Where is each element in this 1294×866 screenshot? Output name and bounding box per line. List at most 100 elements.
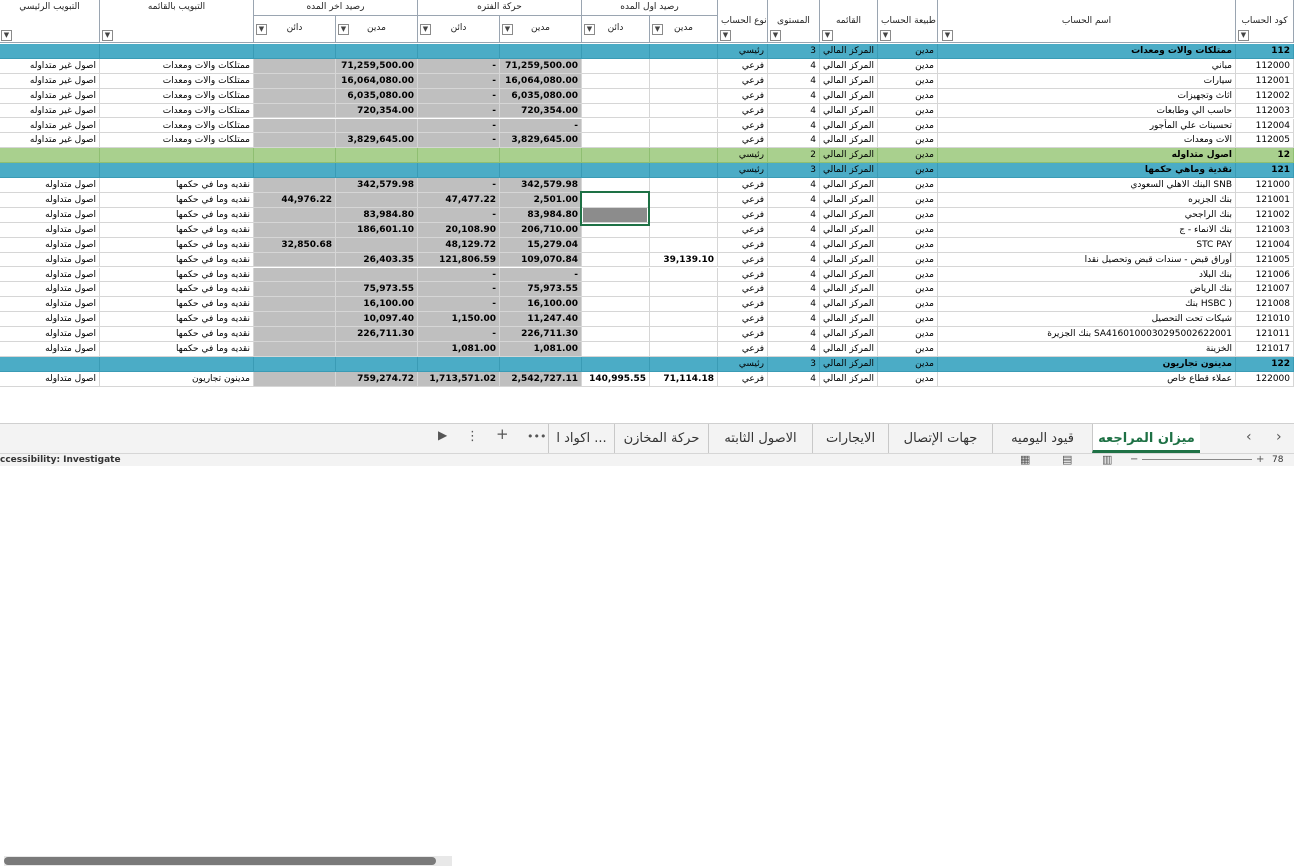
scroll-right-icon[interactable]: ▶ (438, 429, 447, 441)
cell-type[interactable]: فرعي (718, 193, 768, 208)
cell-cb-d[interactable]: 16,064,080.00 (336, 73, 418, 89)
cell-code[interactable]: 121 (1236, 163, 1294, 179)
cell-list[interactable]: نقديه وما في حكمها (100, 207, 254, 223)
cell-cb-d[interactable] (336, 267, 418, 283)
cell-level[interactable]: 4 (768, 58, 820, 74)
cell-code[interactable]: 121005 (1236, 252, 1294, 268)
cell-cb-c[interactable]: 44,976.22 (254, 193, 336, 208)
cell-cb-d[interactable] (336, 193, 418, 208)
page-break-view-icon[interactable]: ▥ (1102, 454, 1112, 465)
page-layout-icon[interactable]: ▤ (1062, 454, 1072, 465)
cell-cb-c[interactable] (254, 178, 336, 193)
cell-nature[interactable]: مدين (878, 193, 938, 208)
cell-ob-d[interactable] (650, 342, 718, 357)
cell-pm-d[interactable]: 16,100.00 (500, 297, 582, 313)
cell-list[interactable]: نقديه وما في حكمها (100, 222, 254, 238)
scrollbar-thumb[interactable] (4, 857, 436, 865)
cell-type[interactable]: فرعي (718, 312, 768, 328)
cell-cb-c[interactable] (254, 118, 336, 134)
cell-ob-d[interactable] (650, 73, 718, 89)
cell-level[interactable]: 4 (768, 73, 820, 89)
cell-ob-c[interactable] (582, 58, 650, 74)
cell-nature[interactable]: مدين (878, 118, 938, 134)
cell-nature[interactable]: مدين (878, 267, 938, 283)
tab-journal-entries[interactable]: قيود اليوميه (992, 424, 1092, 453)
cell-level[interactable]: 2 (768, 148, 820, 164)
cell-level[interactable]: 4 (768, 342, 820, 357)
cell-list[interactable]: نقديه وما في حكمها (100, 178, 254, 193)
cell-ob-d[interactable] (650, 88, 718, 104)
cell-code[interactable]: 122 (1236, 356, 1294, 372)
cell-stmt[interactable]: المركز المالي (820, 148, 878, 164)
cell-ob-c[interactable]: 140,995.55 (582, 371, 650, 387)
cell-main[interactable]: اصول متداوله (0, 237, 100, 253)
cell-code[interactable]: 112 (1236, 44, 1294, 59)
cell-code[interactable]: 121004 (1236, 237, 1294, 253)
cell-nature[interactable]: مدين (878, 88, 938, 104)
cell-list[interactable]: نقديه وما في حكمها (100, 267, 254, 283)
cell-cb-d[interactable] (336, 44, 418, 59)
scroll-tabs-right-icon[interactable]: › (1276, 430, 1282, 444)
cell-pm-c[interactable]: 20,108.90 (418, 222, 500, 238)
cell-stmt[interactable]: المركز المالي (820, 222, 878, 238)
cell-name[interactable]: مدينون تجاريون (938, 356, 1236, 372)
cell-list[interactable]: مدينون تجاريون (100, 371, 254, 387)
cell-cb-c[interactable] (254, 252, 336, 268)
cell-name[interactable]: مباني (938, 58, 1236, 74)
cell-stmt[interactable]: المركز المالي (820, 342, 878, 357)
cell-pm-c[interactable] (418, 44, 500, 59)
cell-cb-d[interactable] (336, 342, 418, 357)
cell-level[interactable]: 4 (768, 371, 820, 387)
cell-nature[interactable]: مدين (878, 58, 938, 74)
cell-stmt[interactable]: المركز المالي (820, 133, 878, 149)
cell-ob-d[interactable] (650, 222, 718, 238)
cell-cb-d[interactable] (336, 148, 418, 164)
cell-cb-c[interactable] (254, 148, 336, 164)
tab-rentals[interactable]: الايجارات (812, 424, 888, 453)
cell-ob-d[interactable] (650, 148, 718, 164)
cell-code[interactable]: 121002 (1236, 207, 1294, 223)
tab-contacts[interactable]: جهات الإتصال (888, 424, 992, 453)
cell-name[interactable]: الات ومعدات (938, 133, 1236, 149)
cell-main[interactable]: اصول متداوله (0, 207, 100, 223)
cell-main[interactable]: اصول غير متداوله (0, 88, 100, 104)
cell-stmt[interactable]: المركز المالي (820, 237, 878, 253)
cell-code[interactable]: 121017 (1236, 342, 1294, 357)
cell-main[interactable]: اصول متداوله (0, 312, 100, 328)
cell-type[interactable]: فرعي (718, 327, 768, 342)
cell-name[interactable]: بنك البلاد (938, 267, 1236, 283)
cell-stmt[interactable]: المركز المالي (820, 327, 878, 342)
cell-cb-d[interactable]: 71,259,500.00 (336, 58, 418, 74)
cell-main[interactable]: اصول متداوله (0, 222, 100, 238)
cell-ob-d[interactable] (650, 44, 718, 59)
cell-cb-d[interactable]: 16,100.00 (336, 297, 418, 313)
cell-list[interactable]: نقديه وما في حكمها (100, 193, 254, 208)
cell-ob-d[interactable] (650, 118, 718, 134)
cell-stmt[interactable]: المركز المالي (820, 118, 878, 134)
cell-pm-c[interactable]: - (418, 73, 500, 89)
cell-pm-d[interactable]: 15,279.04 (500, 237, 582, 253)
cell-ob-c[interactable] (582, 327, 650, 342)
cell-code[interactable]: 121001 (1236, 193, 1294, 208)
cell-main[interactable]: اصول غير متداوله (0, 58, 100, 74)
cell-type[interactable]: رئيسي (718, 44, 768, 59)
cell-level[interactable]: 4 (768, 178, 820, 193)
cell-cb-d[interactable] (336, 237, 418, 253)
cell-stmt[interactable]: المركز المالي (820, 44, 878, 59)
cell-main[interactable]: اصول متداوله (0, 282, 100, 298)
cell-cb-d[interactable]: 26,403.35 (336, 252, 418, 268)
cell-stmt[interactable]: المركز المالي (820, 163, 878, 179)
cell-nature[interactable]: مدين (878, 237, 938, 253)
cell-cb-c[interactable] (254, 356, 336, 372)
cell-cb-c[interactable] (254, 207, 336, 223)
spreadsheet-grid[interactable]: رصيد اخر المده حركة الفتره رصيد اول المد… (0, 0, 1294, 423)
cell-code[interactable]: 121008 (1236, 297, 1294, 313)
cell-type[interactable]: فرعي (718, 237, 768, 253)
cell-level[interactable]: 4 (768, 282, 820, 298)
cell-cb-d[interactable]: 3,829,645.00 (336, 133, 418, 149)
zoom-slider[interactable] (1142, 459, 1252, 460)
cell-cb-c[interactable] (254, 163, 336, 179)
cell-cb-d[interactable] (336, 356, 418, 372)
cell-type[interactable]: فرعي (718, 103, 768, 119)
cell-cb-c[interactable] (254, 103, 336, 119)
